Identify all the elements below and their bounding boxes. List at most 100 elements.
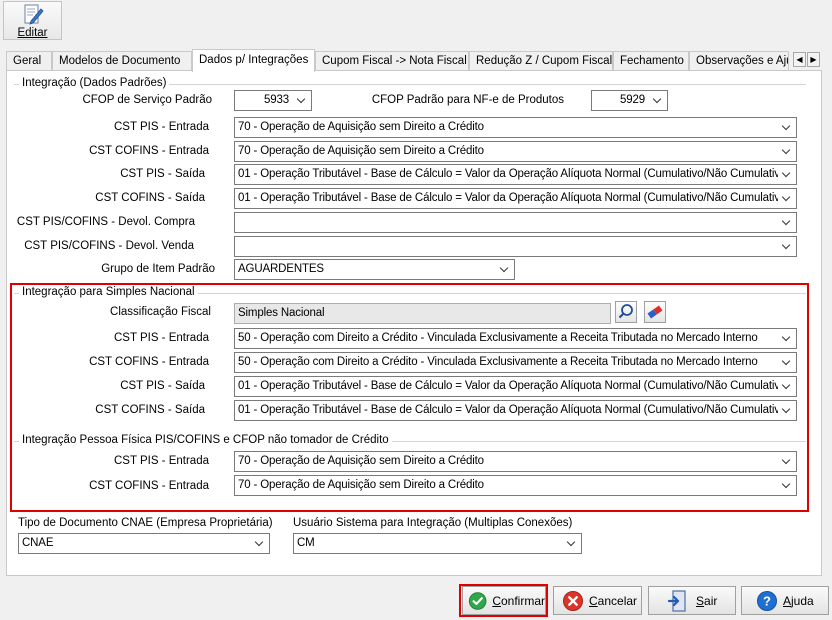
- chevron-down-icon: [779, 401, 796, 420]
- cst-pis-saida-select[interactable]: 01 - Operação Tributável - Base de Cálcu…: [234, 164, 797, 185]
- item-group-label: Grupo de Item Padrão: [101, 263, 215, 275]
- cst-pis-entrada-select[interactable]: 70 - Operação de Aquisição sem Direito a…: [234, 117, 797, 138]
- classification-field[interactable]: Simples Nacional: [234, 303, 611, 324]
- cst-pis-entrada-label: CST PIS - Entrada: [113, 121, 209, 133]
- chevron-down-icon: [779, 237, 796, 256]
- cst-devol-venda-label: CST PIS/COFINS - Devol. Venda: [24, 240, 194, 252]
- sn-cst-pis-entrada-label: CST PIS - Entrada: [113, 332, 209, 344]
- cancel-button[interactable]: Cancelar: [553, 586, 642, 615]
- cfop-service-value: 5933: [264, 94, 289, 106]
- pf-cst-cofins-entrada-label: CST COFINS - Entrada: [89, 480, 209, 492]
- chevron-down-icon: [497, 260, 514, 279]
- toolbar: Editar: [0, 0, 832, 42]
- chevron-down-icon: [779, 118, 796, 137]
- tab-observacoes[interactable]: Observações e Ajus: [689, 51, 789, 71]
- chevron-down-icon: [252, 534, 269, 553]
- cancel-icon: [563, 590, 583, 611]
- sn-cst-cofins-saida-label: CST COFINS - Saída: [95, 404, 205, 416]
- cnae-select[interactable]: CNAE: [18, 533, 270, 554]
- classification-value: Simples Nacional: [238, 307, 325, 319]
- cfop-service-label: CFOP de Serviço Padrão: [82, 94, 212, 106]
- chevron-down-icon: [779, 189, 796, 208]
- chevron-down-icon: [779, 329, 796, 348]
- sn-cst-cofins-entrada-select[interactable]: 50 - Operação com Direito a Crédito - Vi…: [234, 352, 797, 373]
- search-button[interactable]: [615, 301, 637, 323]
- cst-devol-compra-label: CST PIS/COFINS - Devol. Compra: [16, 216, 195, 228]
- sn-cst-cofins-entrada-label: CST COFINS - Entrada: [89, 356, 209, 368]
- cst-cofins-entrada-value: 70 - Operação de Aquisição sem Direito a…: [238, 145, 484, 157]
- sn-cst-pis-entrada-select[interactable]: 50 - Operação com Direito a Crédito - Vi…: [234, 328, 797, 349]
- pf-cst-pis-entrada-value: 70 - Operação de Aquisição sem Direito a…: [238, 455, 484, 467]
- sn-cst-pis-saida-value: 01 - Operação Tributável - Base de Cálcu…: [238, 380, 778, 392]
- cst-cofins-entrada-label: CST COFINS - Entrada: [89, 145, 209, 157]
- group-pf-title: Integração Pessoa Física PIS/COFINS e CF…: [19, 434, 392, 446]
- cst-devol-venda-select[interactable]: [234, 236, 797, 257]
- eraser-button[interactable]: [644, 301, 666, 323]
- exit-button[interactable]: Sair: [648, 586, 736, 615]
- chevron-down-icon: [779, 213, 796, 232]
- cnae-label: Tipo de Documento CNAE (Empresa Propriet…: [18, 517, 273, 529]
- cst-pis-saida-label: CST PIS - Saída: [120, 168, 205, 180]
- tab-cupom-nota[interactable]: Cupom Fiscal -> Nota Fiscal: [315, 51, 469, 71]
- group-simples-title: Integração para Simples Nacional: [19, 286, 198, 298]
- pf-cst-cofins-entrada-value: 70 - Operação de Aquisição sem Direito a…: [238, 479, 484, 491]
- chevron-down-icon: [294, 91, 311, 110]
- edit-button-label: Editar: [17, 27, 48, 39]
- edit-button[interactable]: Editar: [3, 1, 62, 40]
- cancel-label: Cancelar: [589, 593, 638, 608]
- chevron-down-icon: [779, 476, 796, 495]
- tab-modelos-documento[interactable]: Modelos de Documento: [52, 51, 192, 71]
- sn-cst-pis-saida-label: CST PIS - Saída: [120, 380, 205, 392]
- pf-cst-pis-entrada-select[interactable]: 70 - Operação de Aquisição sem Direito a…: [234, 451, 797, 472]
- sn-cst-cofins-saida-select[interactable]: 01 - Operação Tributável - Base de Cálcu…: [234, 400, 797, 421]
- tab-reducao-z[interactable]: Redução Z / Cupom Fiscal: [469, 51, 613, 71]
- item-group-value: AGUARDENTES: [238, 263, 324, 275]
- group-default-title: Integração (Dados Padrões): [19, 77, 170, 89]
- sn-cst-pis-saida-select[interactable]: 01 - Operação Tributável - Base de Cálcu…: [234, 376, 797, 397]
- user-select[interactable]: CM: [293, 533, 582, 554]
- tab-fechamento[interactable]: Fechamento: [613, 51, 689, 71]
- chevron-down-icon: [779, 165, 796, 184]
- chevron-down-icon: [779, 452, 796, 471]
- cst-cofins-saida-select[interactable]: 01 - Operação Tributável - Base de Cálcu…: [234, 188, 797, 209]
- tab-geral[interactable]: Geral: [6, 51, 52, 71]
- cst-devol-compra-select[interactable]: [234, 212, 797, 233]
- user-value: CM: [297, 537, 315, 549]
- help-button[interactable]: ? Ajuda: [741, 586, 829, 615]
- search-icon: [618, 304, 633, 319]
- tab-scroll-right-button[interactable]: ▶: [807, 52, 820, 67]
- cst-cofins-saida-value: 01 - Operação Tributável - Base de Cálcu…: [238, 192, 778, 204]
- classification-label: Classificação Fiscal: [110, 306, 211, 318]
- confirm-button[interactable]: Confirmar: [462, 586, 546, 615]
- check-icon: [468, 591, 487, 610]
- confirm-label: Confirmar: [492, 593, 545, 608]
- chevron-down-icon: [779, 377, 796, 396]
- cfop-nfe-value: 5929: [620, 94, 645, 106]
- cfop-nfe-select[interactable]: 5929: [591, 90, 668, 111]
- tab-dados-integracoes[interactable]: Dados p/ Integrações: [192, 49, 315, 72]
- exit-door-icon: [667, 589, 686, 612]
- sn-cst-cofins-entrada-value: 50 - Operação com Direito a Crédito - Vi…: [238, 356, 758, 368]
- exit-label: Sair: [696, 593, 718, 608]
- help-label: Ajuda: [783, 593, 814, 608]
- cst-cofins-saida-label: CST COFINS - Saída: [95, 192, 205, 204]
- sn-cst-cofins-saida-value: 01 - Operação Tributável - Base de Cálcu…: [238, 404, 778, 416]
- cfop-service-select[interactable]: 5933: [234, 90, 312, 111]
- tab-bar: Geral Modelos de Documento Dados p/ Inte…: [6, 49, 822, 72]
- item-group-select[interactable]: AGUARDENTES: [234, 259, 515, 280]
- pf-cst-cofins-entrada-select[interactable]: 70 - Operação de Aquisição sem Direito a…: [234, 475, 797, 496]
- eraser-icon: [647, 305, 663, 319]
- pf-cst-pis-entrada-label: CST PIS - Entrada: [113, 455, 209, 467]
- cst-pis-entrada-value: 70 - Operação de Aquisição sem Direito a…: [238, 121, 484, 133]
- cst-cofins-entrada-select[interactable]: 70 - Operação de Aquisição sem Direito a…: [234, 141, 797, 162]
- user-label: Usuário Sistema para Integração (Multipl…: [293, 517, 573, 529]
- cnae-value: CNAE: [22, 537, 54, 549]
- cst-pis-saida-value: 01 - Operação Tributável - Base de Cálcu…: [238, 168, 778, 180]
- chevron-down-icon: [564, 534, 581, 553]
- tab-scroll-left-button[interactable]: ◀: [793, 52, 806, 67]
- chevron-down-icon: [779, 142, 796, 161]
- help-icon: ?: [757, 590, 777, 611]
- svg-text:?: ?: [763, 593, 771, 608]
- edit-document-icon: [24, 4, 44, 25]
- sn-cst-pis-entrada-value: 50 - Operação com Direito a Crédito - Vi…: [238, 332, 758, 344]
